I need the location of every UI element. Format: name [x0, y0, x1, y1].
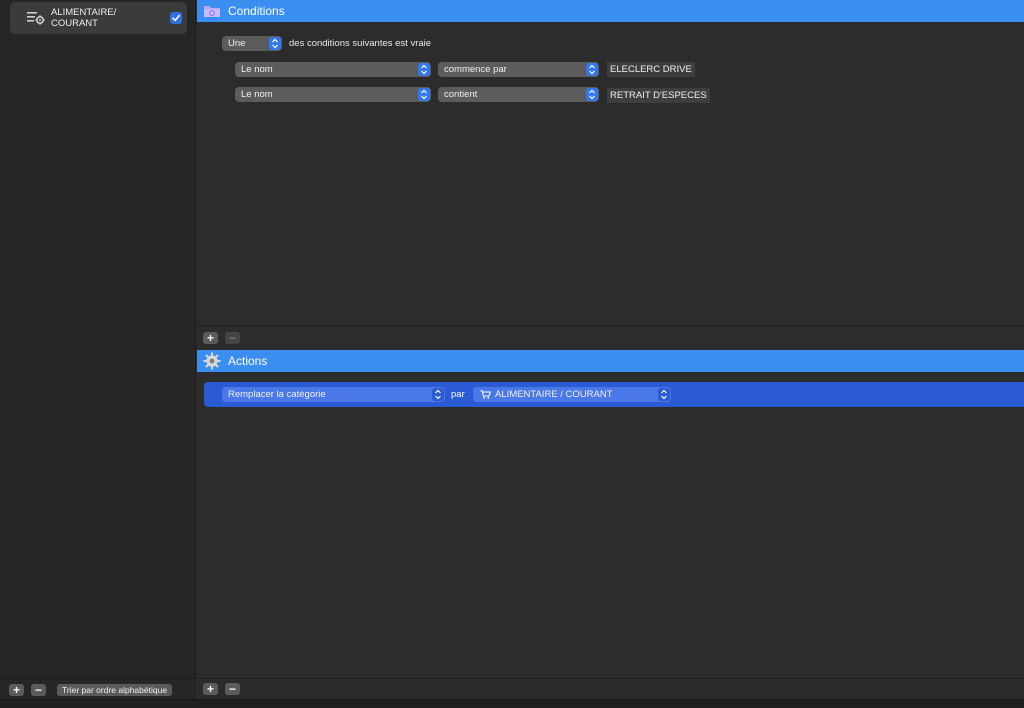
action-type-select[interactable]: Remplacer la catégorie — [222, 387, 445, 402]
conditions-footer: + − — [197, 327, 1024, 349]
remove-action-button[interactable]: − — [225, 683, 240, 695]
actions-title: Actions — [228, 354, 268, 368]
condition-field-value: Le nom — [241, 89, 273, 100]
actions-header: Actions — [197, 350, 1024, 372]
condition-operator-value: commence par — [444, 64, 507, 75]
remove-condition-button[interactable]: − — [225, 332, 240, 344]
condition-field-select[interactable]: Le nom — [235, 62, 431, 77]
folder-icon — [204, 6, 220, 17]
action-type-value: Remplacer la catégorie — [228, 389, 326, 400]
chevron-updown-icon — [418, 63, 430, 76]
condition-field-value: Le nom — [241, 64, 273, 75]
add-rule-button[interactable]: + — [9, 684, 24, 696]
rules-sidebar: ALIMENTAIRE/ COURANT + − Trier par ordre… — [0, 0, 196, 708]
cart-icon — [480, 390, 491, 399]
sort-alphabetical-button[interactable]: Trier par ordre alphabétique — [57, 684, 173, 696]
conditions-title: Conditions — [228, 4, 285, 18]
add-action-button[interactable]: + — [203, 683, 218, 695]
rule-gear-icon — [27, 12, 45, 25]
action-row[interactable]: Remplacer la catégorie par ALIMENTAIRE /… — [204, 382, 1024, 407]
rule-name: ALIMENTAIRE/ COURANT — [51, 7, 117, 29]
chevron-updown-icon — [586, 63, 598, 76]
rule-list-item[interactable]: ALIMENTAIRE/ COURANT — [10, 2, 187, 34]
match-mode-value: Une — [228, 38, 246, 49]
checkmark-icon — [172, 14, 180, 22]
condition-operator-value: contient — [444, 89, 478, 100]
condition-value-field[interactable]: RETRAIT D'ESPECES — [607, 88, 710, 103]
condition-operator-select[interactable]: contient — [438, 87, 599, 102]
conditions-header: Conditions — [197, 0, 1024, 22]
conditions-area: Une des conditions suivantes est vraie L… — [197, 22, 1024, 326]
remove-rule-button[interactable]: − — [31, 684, 46, 696]
chevron-updown-icon — [586, 88, 598, 101]
actions-area: Remplacer la catégorie par ALIMENTAIRE /… — [197, 372, 1024, 678]
gear-icon — [203, 352, 221, 370]
condition-field-select[interactable]: Le nom — [235, 87, 431, 102]
sidebar-footer: + − Trier par ordre alphabétique — [0, 678, 196, 700]
chevron-updown-icon — [418, 88, 430, 101]
chevron-updown-icon — [658, 388, 670, 401]
chevron-updown-icon — [432, 388, 444, 401]
match-mode-suffix: des conditions suivantes est vraie — [289, 38, 432, 49]
match-mode-select[interactable]: Une — [222, 36, 282, 51]
action-connector: par — [451, 389, 465, 400]
category-select[interactable]: ALIMENTAIRE / COURANT — [473, 387, 671, 402]
category-value: ALIMENTAIRE / COURANT — [495, 389, 613, 400]
window-bottom-edge — [0, 699, 1024, 708]
add-condition-button[interactable]: + — [203, 332, 218, 344]
rule-editor: Conditions Une des conditions suivantes … — [197, 0, 1024, 699]
condition-operator-select[interactable]: commence par — [438, 62, 599, 77]
actions-footer: + − — [197, 678, 1024, 699]
condition-value-field[interactable]: ELECLERC DRIVE — [607, 62, 695, 77]
rule-enabled-checkbox[interactable] — [170, 12, 182, 24]
chevron-updown-icon — [269, 37, 281, 50]
